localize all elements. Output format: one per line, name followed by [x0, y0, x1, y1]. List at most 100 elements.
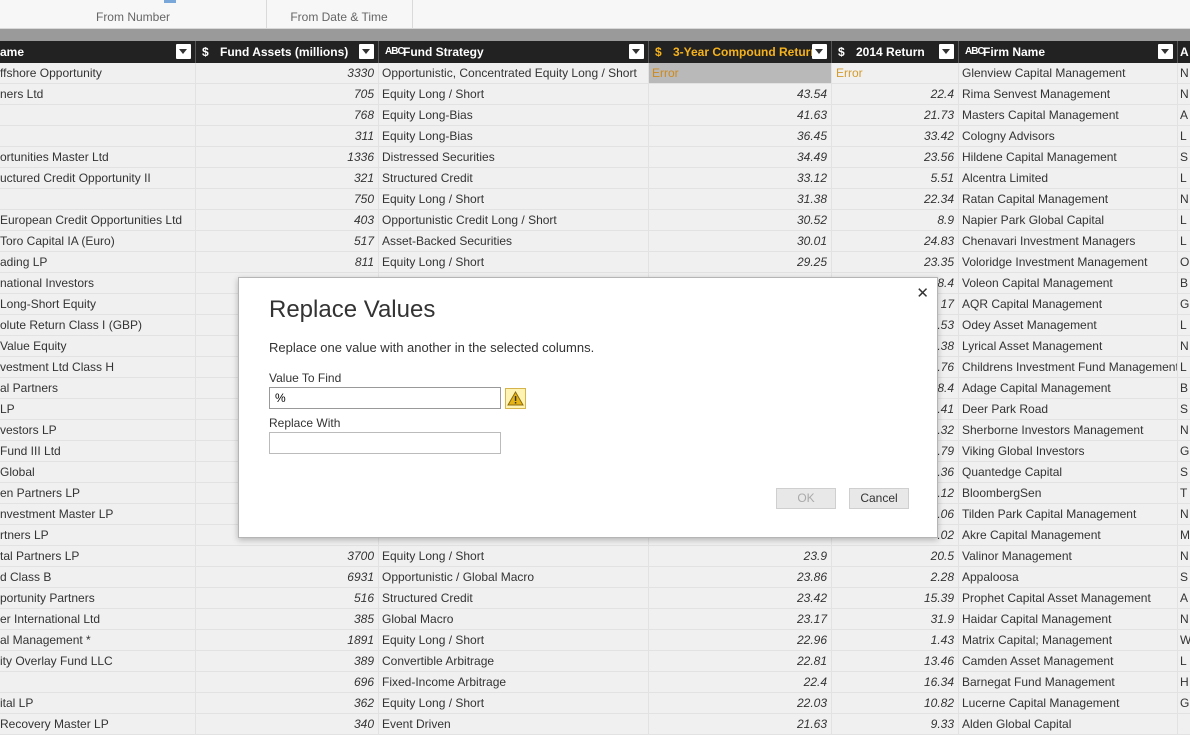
cell-next-column[interactable] — [1178, 714, 1190, 734]
cell-fund-name[interactable] — [0, 105, 196, 125]
table-row[interactable]: 768 Equity Long-Bias 41.63 21.73 Masters Cap… — [0, 105, 1190, 126]
cell-firm-name[interactable]: Matrix Capital; Management — [959, 630, 1178, 650]
cell-next-column[interactable]: B — [1178, 378, 1190, 398]
cell-fund-strategy[interactable]: Structured Credit — [379, 168, 649, 188]
cell-fund-strategy[interactable]: Equity Long-Bias — [379, 126, 649, 146]
cell-next-column[interactable]: N — [1178, 420, 1190, 440]
cell-fund-name[interactable]: ity Overlay Fund LLC — [0, 651, 196, 671]
cell-3-year-return[interactable]: 23.86 — [649, 567, 832, 587]
cell-fund-name[interactable]: Global — [0, 462, 196, 482]
cell-fund-name[interactable]: national Investors — [0, 273, 196, 293]
cell-next-column[interactable]: L — [1178, 357, 1190, 377]
cell-2014-return[interactable]: 2.28 — [832, 567, 959, 587]
cell-fund-name[interactable]: Recovery Master LP — [0, 714, 196, 734]
cell-2014-return[interactable]: 13.46 — [832, 651, 959, 671]
cell-3-year-return[interactable]: 41.63 — [649, 105, 832, 125]
cell-fund-name[interactable]: ading LP — [0, 252, 196, 272]
cell-fund-name[interactable]: ortunities Master Ltd — [0, 147, 196, 167]
cell-firm-name[interactable]: Haidar Capital Management — [959, 609, 1178, 629]
cell-next-column[interactable]: L — [1178, 231, 1190, 251]
cell-fund-assets[interactable]: 385 — [196, 609, 379, 629]
cell-firm-name[interactable]: Voloridge Investment Management — [959, 252, 1178, 272]
cell-firm-name[interactable]: Viking Global Investors — [959, 441, 1178, 461]
cell-next-column[interactable]: G — [1178, 441, 1190, 461]
cell-fund-name[interactable]: al Management * — [0, 630, 196, 650]
cell-fund-assets[interactable]: 362 — [196, 693, 379, 713]
cell-2014-return[interactable]: 31.9 — [832, 609, 959, 629]
cell-firm-name[interactable]: Sherborne Investors Management — [959, 420, 1178, 440]
cell-fund-name[interactable]: en Partners LP — [0, 483, 196, 503]
cell-fund-strategy[interactable]: Convertible Arbitrage — [379, 651, 649, 671]
filter-dropdown-icon[interactable] — [939, 44, 954, 59]
cell-fund-assets[interactable]: 340 — [196, 714, 379, 734]
cell-firm-name[interactable]: Valinor Management — [959, 546, 1178, 566]
cell-next-column[interactable]: G — [1178, 294, 1190, 314]
column-header-fund-strategy[interactable]: ABC Fund Strategy — [379, 41, 649, 63]
cell-next-column[interactable]: N — [1178, 189, 1190, 209]
cell-next-column[interactable]: L — [1178, 210, 1190, 230]
cell-firm-name[interactable]: Tilden Park Capital Management — [959, 504, 1178, 524]
cell-next-column[interactable]: O — [1178, 252, 1190, 272]
cell-firm-name[interactable]: BloombergSen — [959, 483, 1178, 503]
filter-dropdown-icon[interactable] — [176, 44, 191, 59]
cell-fund-strategy[interactable]: Equity Long / Short — [379, 84, 649, 104]
cell-fund-name[interactable]: portunity Partners — [0, 588, 196, 608]
cell-firm-name[interactable]: Odey Asset Management — [959, 315, 1178, 335]
cell-next-column[interactable]: S — [1178, 567, 1190, 587]
ribbon-group-from-date-time[interactable]: From Date & Time — [266, 0, 413, 28]
cell-fund-name[interactable]: Value Equity — [0, 336, 196, 356]
cell-3-year-return[interactable]: 23.42 — [649, 588, 832, 608]
cell-fund-name[interactable]: ffshore Opportunity — [0, 63, 196, 83]
cell-firm-name[interactable]: Akre Capital Management — [959, 525, 1178, 545]
cell-firm-name[interactable]: Napier Park Global Capital — [959, 210, 1178, 230]
filter-dropdown-icon[interactable] — [629, 44, 644, 59]
cell-fund-strategy[interactable]: Equity Long / Short — [379, 630, 649, 650]
cell-firm-name[interactable]: Childrens Investment Fund Management — [959, 357, 1178, 377]
cell-next-column[interactable]: N — [1178, 504, 1190, 524]
cell-fund-name[interactable]: al Partners — [0, 378, 196, 398]
cell-fund-assets[interactable]: 705 — [196, 84, 379, 104]
cell-2014-return[interactable]: 20.5 — [832, 546, 959, 566]
cell-fund-strategy[interactable]: Equity Long / Short — [379, 252, 649, 272]
value-to-find-input[interactable] — [269, 387, 501, 409]
cell-fund-name[interactable]: ital LP — [0, 693, 196, 713]
cell-2014-return[interactable]: 23.56 — [832, 147, 959, 167]
table-row[interactable]: er International Ltd 385 Global Macro 23.17… — [0, 609, 1190, 630]
cell-fund-strategy[interactable]: Opportunistic / Global Macro — [379, 567, 649, 587]
table-row[interactable]: 750 Equity Long / Short 31.38 22.34 Ratan Ca… — [0, 189, 1190, 210]
cell-firm-name[interactable]: Lucerne Capital Management — [959, 693, 1178, 713]
table-row[interactable]: ners Ltd 705 Equity Long / Short 43.54 22.4 R… — [0, 84, 1190, 105]
cell-fund-assets[interactable]: 389 — [196, 651, 379, 671]
cell-2014-return[interactable]: 21.73 — [832, 105, 959, 125]
cell-firm-name[interactable]: Prophet Capital Asset Management — [959, 588, 1178, 608]
cell-fund-assets[interactable]: 768 — [196, 105, 379, 125]
cell-fund-assets[interactable]: 1891 — [196, 630, 379, 650]
cell-firm-name[interactable]: Glenview Capital Management — [959, 63, 1178, 83]
cell-fund-assets[interactable]: 750 — [196, 189, 379, 209]
cell-3-year-return[interactable]: 36.45 — [649, 126, 832, 146]
table-row[interactable]: ital LP 362 Equity Long / Short 22.03 10.82 L… — [0, 693, 1190, 714]
currency-type-icon[interactable]: $ — [838, 41, 845, 63]
currency-type-icon[interactable]: $ — [202, 41, 209, 63]
cell-firm-name[interactable]: Voleon Capital Management — [959, 273, 1178, 293]
table-row[interactable]: ortunities Master Ltd 1336 Distressed Secu… — [0, 147, 1190, 168]
filter-dropdown-icon[interactable] — [812, 44, 827, 59]
cell-fund-name[interactable]: rtners LP — [0, 525, 196, 545]
cell-fund-name[interactable] — [0, 672, 196, 692]
cell-fund-name[interactable]: ners Ltd — [0, 84, 196, 104]
cancel-button[interactable]: Cancel — [849, 488, 909, 509]
cell-2014-return[interactable]: 1.43 — [832, 630, 959, 650]
text-type-icon[interactable]: ABC — [965, 41, 985, 63]
table-row[interactable]: ity Overlay Fund LLC 389 Convertible Arbit… — [0, 651, 1190, 672]
cell-3-year-return[interactable]: Error — [649, 63, 832, 83]
cell-fund-name[interactable] — [0, 189, 196, 209]
close-icon[interactable]: ✕ — [916, 284, 929, 302]
column-header-name[interactable]: ame — [0, 41, 196, 63]
cell-firm-name[interactable]: Alcentra Limited — [959, 168, 1178, 188]
cell-3-year-return[interactable]: 22.4 — [649, 672, 832, 692]
cell-fund-assets[interactable]: 3700 — [196, 546, 379, 566]
cell-next-column[interactable]: L — [1178, 651, 1190, 671]
cell-firm-name[interactable]: Chenavari Investment Managers — [959, 231, 1178, 251]
cell-next-column[interactable]: T — [1178, 483, 1190, 503]
cell-2014-return[interactable]: Error — [832, 63, 959, 83]
